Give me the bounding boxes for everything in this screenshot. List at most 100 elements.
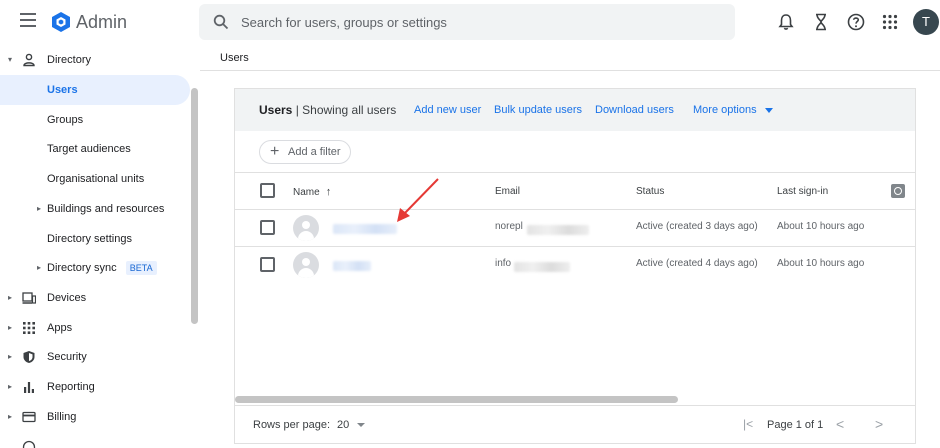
rows-per-page-value: 20 xyxy=(337,419,350,431)
download-users-button[interactable]: Download users xyxy=(595,104,674,116)
column-header-email[interactable]: Email xyxy=(495,186,520,197)
row-checkbox[interactable] xyxy=(260,220,275,235)
last-signin-cell: About 10 hours ago xyxy=(777,258,865,269)
sidebar-item-reporting[interactable]: ▸ Reporting xyxy=(0,372,190,402)
table-row[interactable]: info Active (created 4 days ago) About 1… xyxy=(235,247,915,283)
caret-down-icon xyxy=(357,423,366,428)
admin-logo[interactable] xyxy=(50,11,72,33)
sidebar-item-label-wrap: Directory sync BETA xyxy=(47,253,157,283)
credit-card-icon xyxy=(22,411,36,423)
sidebar-item-organisational-units[interactable]: Organisational units xyxy=(0,164,190,194)
chevron-right-icon: ▸ xyxy=(37,204,42,213)
plus-icon: + xyxy=(270,143,280,160)
users-card: Users | Showing all users Add new user B… xyxy=(234,88,916,444)
column-header-last-signin[interactable]: Last sign-in xyxy=(777,186,828,197)
sidebar-scrollbar[interactable] xyxy=(191,88,198,324)
shield-icon xyxy=(23,351,35,363)
search-icon xyxy=(213,14,229,30)
card-title-bold: Users xyxy=(259,103,293,117)
sidebar-item-groups[interactable]: Groups xyxy=(0,105,190,135)
redacted-email xyxy=(527,225,589,235)
sidebar-item-label: Users xyxy=(47,84,78,96)
chevron-right-icon: ▸ xyxy=(37,263,42,272)
sidebar-item-apps[interactable]: ▸ Apps xyxy=(0,313,190,343)
sort-arrow-up-icon[interactable]: ↑ xyxy=(326,186,332,198)
column-header-status[interactable]: Status xyxy=(636,186,664,197)
sidebar-item-users[interactable]: Users xyxy=(0,75,190,105)
chevron-down-icon: ▾ xyxy=(8,55,13,64)
sidebar-item-security[interactable]: ▸ Security xyxy=(0,342,190,372)
add-filter-button[interactable]: + Add a filter xyxy=(259,140,351,164)
sidebar-item-label: Target audiences xyxy=(47,143,131,155)
account-avatar[interactable]: T xyxy=(913,9,939,35)
last-signin-cell: About 10 hours ago xyxy=(777,221,865,232)
sidebar-item-label: Directory xyxy=(47,54,92,66)
help-icon[interactable] xyxy=(846,12,866,32)
bulk-update-users-button[interactable]: Bulk update users xyxy=(494,104,582,116)
chevron-right-icon: ▸ xyxy=(8,412,13,421)
beta-badge: BETA xyxy=(125,261,157,276)
sidebar-item-label: Groups xyxy=(47,114,84,126)
column-header-name-label: Name xyxy=(293,187,320,198)
admin-console: Admin T xyxy=(0,0,940,448)
select-all-checkbox[interactable] xyxy=(260,183,275,198)
search-bar[interactable] xyxy=(199,4,735,40)
sidebar-item-billing[interactable]: ▸ Billing xyxy=(0,402,190,432)
chevron-right-icon: ▸ xyxy=(8,382,13,391)
sidebar-item-directory-settings[interactable]: Directory settings xyxy=(0,224,190,254)
first-page-button[interactable]: |< xyxy=(743,417,753,431)
sidebar-item-directory[interactable]: ▾ Directory xyxy=(0,45,190,75)
sidebar-item-label: Directory sync xyxy=(47,262,117,274)
divider xyxy=(235,172,915,173)
chevron-right-icon: ▸ xyxy=(8,352,13,361)
sidebar-item-buildings-and-resources[interactable]: ▸ Buildings and resources xyxy=(0,194,190,224)
devices-icon xyxy=(22,292,36,304)
app-title[interactable]: Admin xyxy=(76,11,127,33)
email-cell[interactable]: norepl xyxy=(495,221,523,232)
breadcrumb[interactable]: Users xyxy=(220,52,249,64)
sidebar-item-label: Billing xyxy=(47,411,77,423)
rows-per-page-label: Rows per page: xyxy=(253,419,331,431)
sidebar-item-partial[interactable] xyxy=(0,432,190,448)
sidebar-item-target-audiences[interactable]: Target audiences xyxy=(0,134,190,164)
card-title-subtitle: | Showing all users xyxy=(295,103,397,117)
previous-page-button[interactable]: < xyxy=(836,417,844,431)
more-options-label: More options xyxy=(693,104,757,116)
menu-icon[interactable] xyxy=(20,13,36,27)
card-title: Users | Showing all users xyxy=(259,103,396,117)
notifications-bell-icon[interactable] xyxy=(776,12,796,32)
chevron-right-icon: ▸ xyxy=(8,323,13,332)
sidebar-item-label: Organisational units xyxy=(47,173,145,185)
apps-icon xyxy=(23,322,35,334)
add-new-user-button[interactable]: Add new user xyxy=(414,104,481,116)
email-cell[interactable]: info xyxy=(495,258,511,269)
person-icon xyxy=(23,53,35,67)
row-checkbox[interactable] xyxy=(260,257,275,272)
column-header-name[interactable]: Name ↑ xyxy=(293,186,331,198)
user-avatar xyxy=(293,252,319,278)
sidebar-item-devices[interactable]: ▸ Devices xyxy=(0,283,190,313)
redacted-email xyxy=(514,262,570,272)
sidebar-item-label: Reporting xyxy=(47,381,95,393)
hourglass-icon[interactable] xyxy=(811,12,831,32)
column-settings-icon[interactable] xyxy=(891,184,905,198)
status-cell: Active (created 4 days ago) xyxy=(636,258,758,269)
sidebar-item-label: Apps xyxy=(47,322,73,334)
sidebar-item-directory-sync[interactable]: ▸ Directory sync BETA xyxy=(0,253,190,283)
more-options-button[interactable]: More options xyxy=(693,104,773,116)
top-bar: Admin T xyxy=(0,0,940,44)
table-row[interactable]: norepl Active (created 3 days ago) About… xyxy=(235,210,915,246)
redacted-user-name[interactable] xyxy=(333,261,371,271)
sidebar-item-label: Security xyxy=(47,351,87,363)
chevron-right-icon: ▸ xyxy=(8,293,13,302)
user-avatar xyxy=(293,215,319,241)
apps-grid-icon[interactable] xyxy=(880,12,900,32)
account-icon xyxy=(22,440,36,448)
search-input[interactable] xyxy=(241,12,711,32)
redacted-user-name[interactable] xyxy=(333,224,397,234)
rows-per-page-select[interactable]: 20 xyxy=(337,419,366,431)
breadcrumb-bar: Users xyxy=(200,44,940,71)
next-page-button[interactable]: > xyxy=(875,417,883,431)
add-filter-label: Add a filter xyxy=(288,146,341,158)
horizontal-scrollbar[interactable] xyxy=(235,396,678,403)
